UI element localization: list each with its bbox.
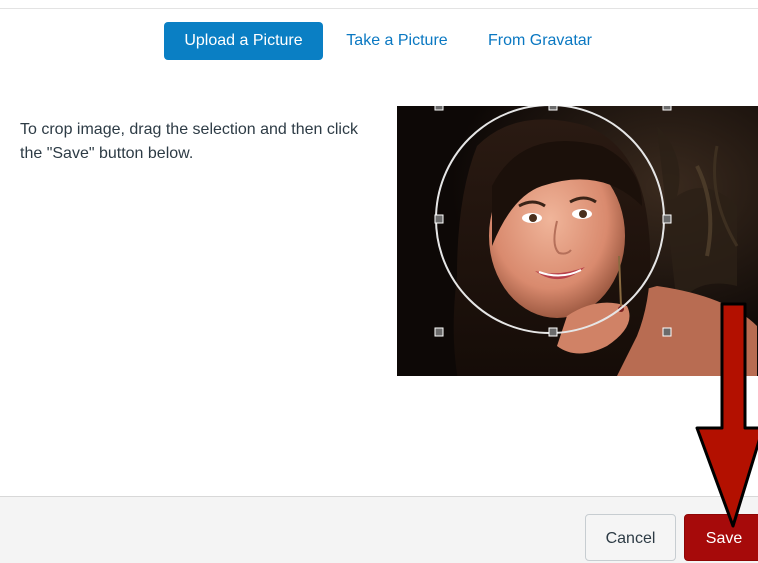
tab-take-picture[interactable]: Take a Picture [335,22,459,60]
top-divider [0,8,758,9]
save-button[interactable]: Save [684,514,758,561]
tab-from-gravatar[interactable]: From Gravatar [472,22,608,60]
crop-photo [397,106,758,376]
crop-area[interactable] [397,106,758,376]
crop-instructions: To crop image, drag the selection and th… [20,121,358,162]
avatar-source-tabs: Upload a Picture Take a Picture From Gra… [0,22,758,60]
tab-upload-picture[interactable]: Upload a Picture [164,22,323,60]
dialog-footer: Cancel Save [0,496,758,563]
cancel-button[interactable]: Cancel [585,514,676,561]
